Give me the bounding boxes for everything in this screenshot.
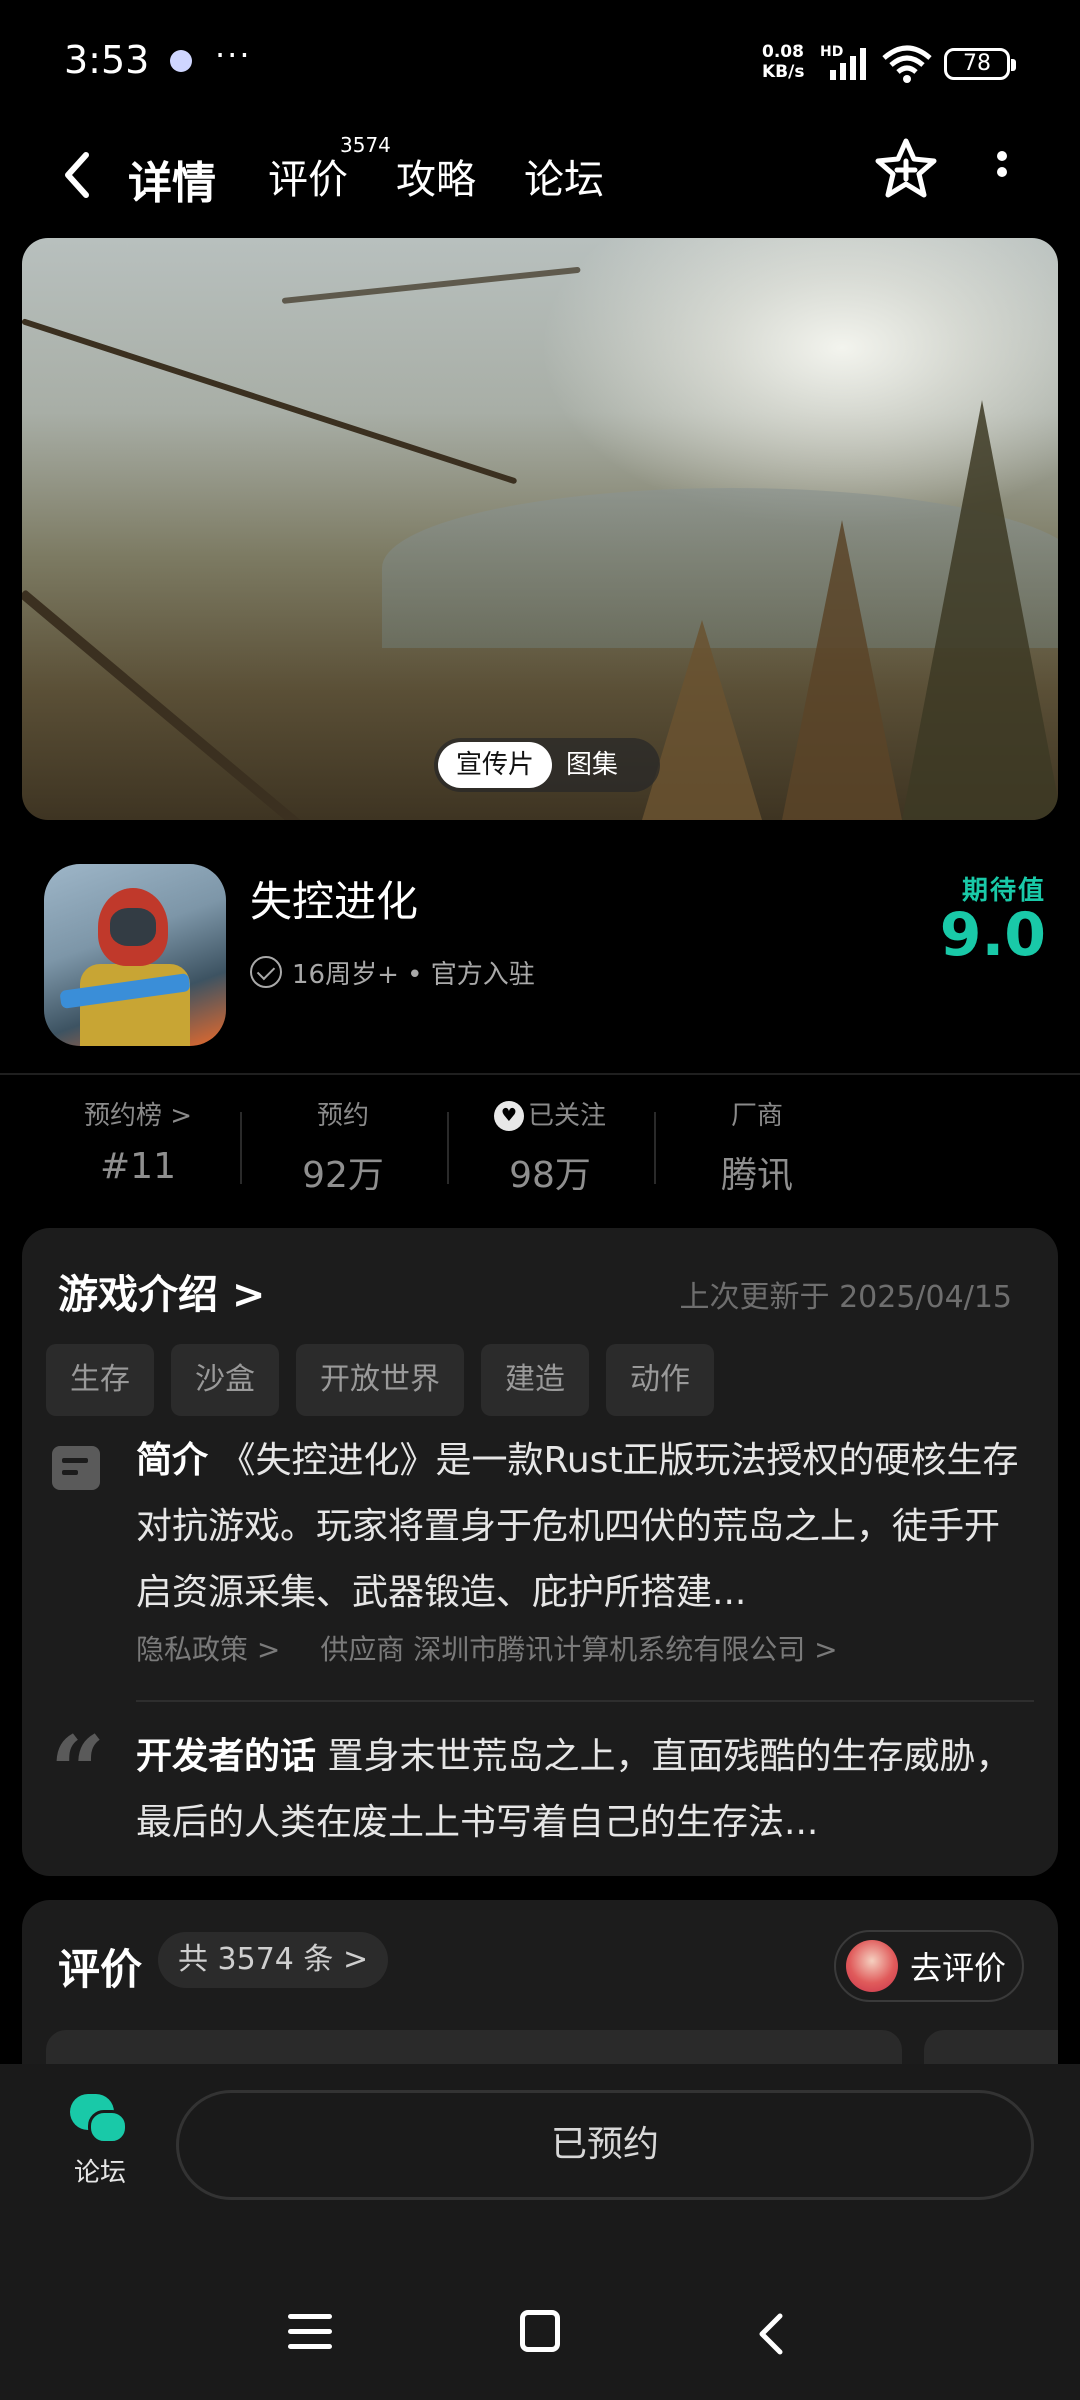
verified-check-icon [250,956,282,988]
home-icon[interactable] [520,2310,560,2352]
summary-text[interactable]: 简介 《失控进化》是一款Rust正版玩法授权的硬核生存对抗游戏。玩家将置身于危机… [136,1428,1032,1626]
hero-tree [902,400,1058,820]
battery-indicator: 78 [944,48,1016,80]
video-option[interactable]: 宣传片 [438,742,552,788]
stat-label: 预约榜 > [83,1101,193,1131]
developer-note-label: 开发者的话 [136,1736,317,1777]
hero-branch [22,318,518,485]
stat-value: 92万 [302,1155,384,1196]
wifi-icon [882,45,932,83]
stat-separator [447,1112,449,1184]
reserved-button[interactable]: 已预约 [176,2090,1034,2200]
network-speed: 0.08 KB/s [762,42,804,82]
reviews-title: 评价 [58,1945,143,1994]
stat-reservations: 预约 92万 [253,1096,433,1198]
tab-review[interactable]: 评价 [268,147,348,205]
game-meta-text: 16周岁+ • 官方入驻 [292,959,535,990]
tab-detail[interactable]: 详情 [128,147,216,211]
write-review-button[interactable]: 去评价 [834,1930,1024,2002]
status-time: 3:53 [64,38,150,82]
stat-separator [240,1112,242,1184]
stat-followed[interactable]: ♥ 已关注 98万 [460,1096,640,1198]
gallery-option[interactable]: 图集 [566,742,618,788]
media-toggle: 宣传片 图集 [434,738,660,792]
hero-tree [782,520,902,820]
stat-value: 腾讯 [720,1155,793,1196]
hero-branch [281,266,581,304]
divider [136,1700,1034,1702]
system-back-icon[interactable] [752,2310,792,2358]
stat-value: #11 [100,1146,176,1187]
hero-tree [642,620,762,820]
hero-media[interactable]: 宣传片 图集 [22,238,1058,820]
notification-app-icon [170,50,192,72]
quote-icon: “ [50,1715,106,1828]
status-bar: 3:53 ··· 0.08 KB/s HD 78 [0,0,1080,125]
network-speed-value: 0.08 [762,42,804,62]
expect-score: 9.0 [939,900,1046,970]
tag-item[interactable]: 开放世界 [296,1344,464,1416]
chat-bubble-icon [70,2094,130,2146]
top-nav: 详情 评价 3574 攻略 论坛 [0,125,1080,235]
summary-label: 简介 [136,1440,209,1481]
reviews-count-chip[interactable]: 共 3574 条 > [158,1932,389,1988]
followed-label: 已关注 [527,1101,606,1131]
menu-icon[interactable] [288,2314,332,2354]
heart-icon: ♥ [493,1101,524,1131]
privacy-link[interactable]: 隐私政策 > [136,1628,280,1668]
game-title: 失控进化 [250,877,419,926]
stat-rank[interactable]: 预约榜 > #11 [48,1096,228,1187]
stat-value: 98万 [509,1155,591,1196]
developer-note[interactable]: 开发者的话 置身末世荒岛之上，直面残酷的生存威胁，最后的人类在废土上书写着自己的… [136,1724,1032,1856]
summary-icon [52,1446,100,1490]
tab-guide[interactable]: 攻略 [396,147,476,205]
tag-item[interactable]: 沙盒 [171,1344,279,1416]
back-arrow-icon[interactable] [52,145,102,205]
provider-link[interactable]: 供应商 深圳市腾讯计算机系统有限公司 > [320,1628,837,1668]
tag-item[interactable]: 生存 [46,1344,154,1416]
signal-icon [830,48,866,80]
summary-body: 《失控进化》是一款Rust正版玩法授权的硬核生存对抗游戏。玩家将置身于危机四伏的… [136,1440,1019,1613]
avatar [846,1940,898,1992]
stat-label: 厂商 [730,1101,783,1131]
write-review-label: 去评价 [910,1949,1007,1987]
game-intro-card[interactable]: 游戏介绍 > 上次更新于 2025/04/15 生存 沙盒 开放世界 建造 动作… [22,1228,1058,1876]
hero-branch [22,589,378,820]
stat-separator [654,1112,656,1184]
network-speed-unit: KB/s [762,62,805,82]
status-more-icon: ··· [215,36,252,74]
tag-item[interactable]: 动作 [606,1344,714,1416]
forum-nav-button[interactable]: 论坛 [50,2094,150,2189]
forum-label: 论坛 [73,2158,126,2188]
intro-updated: 上次更新于 2025/04/15 [679,1280,1012,1315]
tab-review-badge: 3574 [340,133,391,157]
divider [0,1073,1080,1075]
policy-row: 隐私政策 > 供应商 深圳市腾讯计算机系统有限公司 > [136,1628,838,1668]
tab-forum[interactable]: 论坛 [524,147,604,205]
game-icon [44,864,226,1046]
intro-title[interactable]: 游戏介绍 > [58,1262,265,1320]
more-menu-icon[interactable] [984,145,1020,197]
game-meta: 16周岁+ • 官方入驻 [250,954,535,990]
stat-publisher[interactable]: 厂商 腾讯 [667,1096,847,1198]
stat-label: 预约 [316,1101,369,1131]
stat-label: ♥ 已关注 [460,1096,640,1136]
tag-item[interactable]: 建造 [481,1344,589,1416]
star-add-icon[interactable] [874,137,938,201]
tag-row: 生存 沙盒 开放世界 建造 动作 [46,1344,714,1416]
